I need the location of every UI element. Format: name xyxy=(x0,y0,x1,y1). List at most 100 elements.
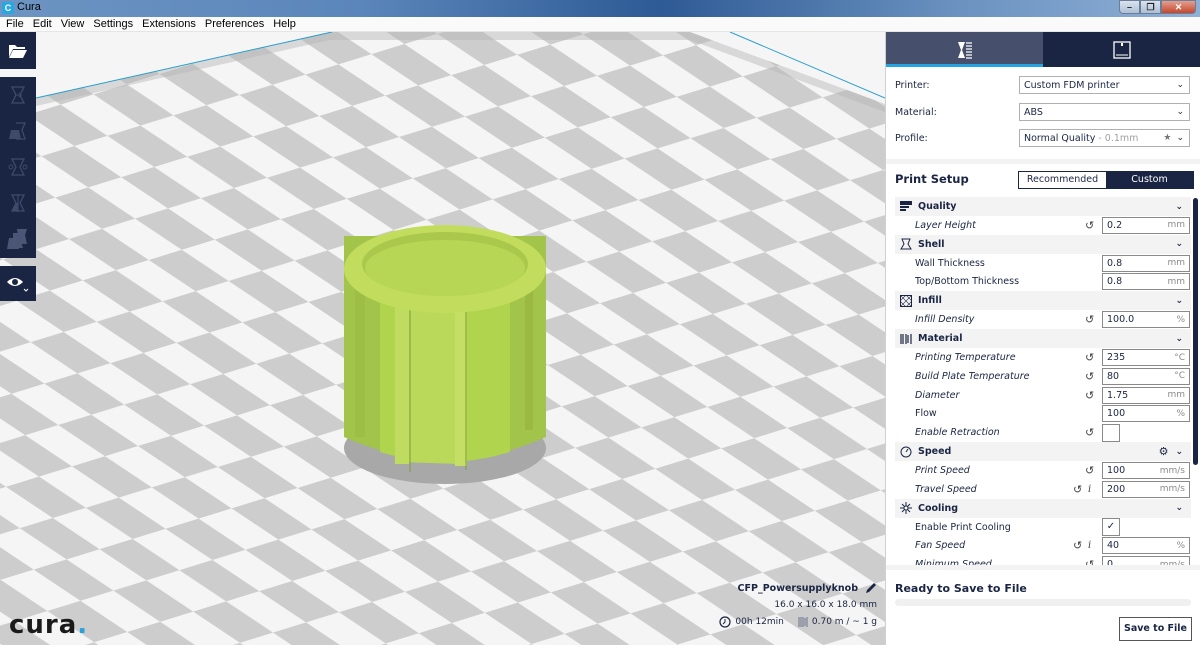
material-icon xyxy=(900,333,912,344)
object-info: CFP_Powersupplyknob 16.0 x 16.0 x 18.0 m… xyxy=(719,582,877,628)
wall-thickness-input[interactable]: 0.8 mm xyxy=(1102,254,1190,272)
quality-icon xyxy=(900,201,912,211)
material-usage: 0.70 m / ~ 1 g xyxy=(811,617,877,627)
category-shell[interactable]: Shell ⌄ xyxy=(895,234,1191,254)
enable-retraction-checkbox[interactable] xyxy=(1102,423,1120,442)
reset-icon[interactable]: ↺ xyxy=(1073,483,1082,496)
travel-speed-input[interactable]: 200 mm/s xyxy=(1102,480,1190,498)
shell-icon xyxy=(900,238,912,250)
profile-dropdown[interactable]: Normal Quality - 0.1mm ★ ⌄ xyxy=(1019,129,1190,147)
chevron-down-icon: ⌄ xyxy=(1175,201,1183,212)
chevron-down-icon: ⌄ xyxy=(1175,333,1183,344)
material-dropdown[interactable]: ABS ⌄ xyxy=(1019,103,1190,121)
print-settings-icon xyxy=(957,41,972,59)
setting-row: Print Speed ↺ 100 mm/s xyxy=(895,461,1191,480)
menu-edit[interactable]: Edit xyxy=(29,17,57,31)
move-tool-button[interactable] xyxy=(0,77,36,113)
setting-row: Top/Bottom Thickness 0.8 mm xyxy=(895,273,1191,292)
category-infill[interactable]: Infill ⌄ xyxy=(895,291,1191,311)
chevron-down-icon: ⌄ xyxy=(1175,446,1183,457)
infill-density-input[interactable]: 100.0% xyxy=(1102,311,1190,329)
printer-row: Printer: Custom FDM printer ⌄ xyxy=(895,76,1191,94)
close-button[interactable]: ✕ xyxy=(1161,0,1196,14)
diameter-input[interactable]: 1.75 mm xyxy=(1102,386,1190,404)
save-status: Ready to Save to File xyxy=(895,582,1027,595)
setting-row: Infill Density ↺ 100.0% xyxy=(895,310,1191,329)
chevron-down-icon: ⌄ xyxy=(1175,503,1183,514)
cura-app-icon: C xyxy=(2,2,14,14)
menu-preferences[interactable]: Preferences xyxy=(201,17,269,31)
maximize-button[interactable]: ❐ xyxy=(1140,0,1161,14)
reset-icon[interactable]: ↺ xyxy=(1085,313,1094,326)
sidebar: Printer: Custom FDM printer ⌄ Material: … xyxy=(885,32,1200,645)
menu-help[interactable]: Help xyxy=(269,17,301,31)
scale-tool-button[interactable] xyxy=(0,113,36,149)
menu-settings[interactable]: Settings xyxy=(89,17,138,31)
flow-input[interactable]: 100% xyxy=(1102,405,1190,423)
printing-temperature-input[interactable]: 235 °C xyxy=(1102,349,1190,367)
mirror-tool-icon xyxy=(10,194,26,212)
print-setup-title: Print Setup xyxy=(895,172,969,186)
printer-dropdown[interactable]: Custom FDM printer ⌄ xyxy=(1019,76,1190,94)
setting-row: Diameter ↺ 1.75 mm xyxy=(895,386,1191,405)
chevron-down-icon: ⌄ xyxy=(1176,133,1184,143)
reset-icon[interactable]: ↺ xyxy=(1073,539,1082,552)
per-model-settings-button[interactable] xyxy=(0,221,36,257)
settings-list: Quality ⌄ Layer Height ↺ 0.2 mm Shell ⌄ W… xyxy=(895,197,1191,565)
reset-icon[interactable]: ↺ xyxy=(1085,426,1094,439)
setting-row: Fan Speed ↺ i 40% xyxy=(895,537,1191,556)
tab-print-settings[interactable] xyxy=(886,32,1043,67)
chevron-down-icon: ⌄ xyxy=(1175,239,1183,250)
menu-file[interactable]: File xyxy=(2,17,29,31)
3d-viewport[interactable] xyxy=(0,32,885,645)
category-speed[interactable]: Speed ⚙ ⌄ xyxy=(895,442,1191,462)
profile-row: Profile: Normal Quality - 0.1mm ★ ⌄ xyxy=(895,129,1191,147)
category-cooling[interactable]: Cooling ⌄ xyxy=(895,498,1191,518)
category-quality[interactable]: Quality ⌄ xyxy=(895,197,1191,216)
reset-icon[interactable]: ↺ xyxy=(1085,351,1094,364)
move-tool-icon xyxy=(10,86,26,104)
speed-icon xyxy=(900,446,912,458)
menu-view[interactable]: View xyxy=(57,17,90,31)
minimize-button[interactable]: – xyxy=(1119,0,1140,14)
save-progress-bar xyxy=(895,599,1191,606)
view-mode-button[interactable] xyxy=(0,266,36,301)
recommended-mode-button[interactable]: Recommended xyxy=(1019,172,1106,188)
fan-speed-input[interactable]: 40% xyxy=(1102,537,1190,555)
minimum-speed-input[interactable]: 0 mm/s xyxy=(1102,556,1190,565)
build-plate xyxy=(0,32,885,645)
open-file-button[interactable] xyxy=(0,32,36,69)
reset-icon[interactable]: ↺ xyxy=(1085,389,1094,402)
layer-height-input[interactable]: 0.2 mm xyxy=(1102,216,1190,234)
enable-print-cooling-checkbox[interactable]: ✓ xyxy=(1102,518,1120,537)
gear-icon[interactable]: ⚙ xyxy=(1159,445,1169,458)
mirror-tool-button[interactable] xyxy=(0,185,36,221)
reset-icon[interactable]: ↺ xyxy=(1085,219,1094,232)
star-icon[interactable]: ★ xyxy=(1163,133,1171,143)
category-material[interactable]: Material ⌄ xyxy=(895,329,1191,349)
rotate-tool-button[interactable] xyxy=(0,149,36,185)
save-to-file-button[interactable]: Save to File xyxy=(1119,617,1192,641)
cooling-icon xyxy=(900,502,912,515)
menu-extensions[interactable]: Extensions xyxy=(138,17,201,31)
print-speed-input[interactable]: 100 mm/s xyxy=(1102,462,1190,480)
info-icon[interactable]: i xyxy=(1088,540,1091,551)
pencil-icon[interactable] xyxy=(865,582,877,594)
scale-tool-icon xyxy=(9,122,26,140)
reset-icon[interactable]: ↺ xyxy=(1085,464,1094,477)
tab-monitor[interactable] xyxy=(1043,32,1200,67)
build-plate-temperature-input[interactable]: 80 °C xyxy=(1102,367,1190,385)
top-bottom-thickness-input[interactable]: 0.8 mm xyxy=(1102,273,1190,291)
chevron-down-icon: ⌄ xyxy=(1176,80,1184,90)
info-icon[interactable]: i xyxy=(1088,484,1091,495)
divider xyxy=(886,159,1200,164)
reset-icon[interactable]: ↺ xyxy=(1085,370,1094,383)
print-time: 00h 12min xyxy=(735,617,784,627)
eye-icon xyxy=(7,277,29,292)
object-dimensions: 16.0 x 16.0 x 18.0 mm xyxy=(774,600,877,610)
reset-icon[interactable]: ↺ xyxy=(1085,558,1094,565)
settings-scrollbar[interactable] xyxy=(1193,198,1198,465)
window-titlebar: C Cura – ❐ ✕ xyxy=(0,0,1200,17)
custom-mode-button[interactable]: Custom xyxy=(1106,172,1193,188)
setting-row: Flow 100% xyxy=(895,405,1191,424)
